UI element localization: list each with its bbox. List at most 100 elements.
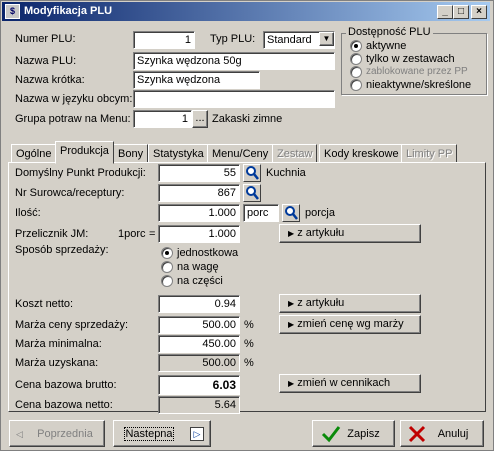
tab-ogolne[interactable]: Ogólne [11, 144, 57, 163]
tab-zestaw: Zestaw [272, 144, 318, 163]
typ-plu-label: Typ PLU: [210, 33, 256, 45]
typ-plu-select[interactable]: Standard ▼ [263, 31, 335, 49]
przelicznik-label: Przelicznik JM: [15, 228, 89, 240]
minimize-button[interactable]: _ [437, 5, 453, 19]
marza-min-label: Marża minimalna: [15, 338, 102, 350]
tab-limity-pp: Limity PP [401, 144, 458, 163]
punkt-label: Domyślny Punkt Produkcji: [15, 167, 146, 179]
przelicznik-unit: 1porc [118, 228, 146, 240]
przelicznik-input[interactable]: 1.000 [158, 225, 240, 243]
nazwa-krotka-label: Nazwa krótka: [15, 74, 85, 86]
grupa-name: Zakaski zimne [212, 113, 283, 125]
cena-brutto-input[interactable]: 6.03 [158, 375, 240, 395]
marza-ceny-unit: % [244, 319, 254, 331]
poprzednia-button: ◁ Poprzednia [9, 420, 105, 447]
nazwa-plu-label: Nazwa PLU: [15, 55, 77, 67]
punkt-search-button[interactable] [243, 164, 261, 182]
zmien-cene-marzy-label: zmień cenę wg marży [297, 318, 404, 330]
tab-bony[interactable]: Bony [113, 144, 149, 163]
marza-ceny-label: Marża ceny sprzedaży: [15, 319, 129, 331]
arrow-right-icon: ▶ [288, 229, 295, 238]
koszt-label: Koszt netto: [15, 298, 74, 310]
title-bar[interactable]: $ Modyfikacja PLU _ □ × [2, 2, 490, 21]
sposob-radio-waga[interactable] [161, 261, 173, 273]
dostepnosc-radio-zablokowane [350, 66, 362, 78]
search-icon [246, 186, 259, 200]
sposob-radio-jednostkowa[interactable] [161, 247, 173, 259]
zmien-cene-marzy-button[interactable]: ▶ zmień cenę wg marży [279, 315, 421, 334]
ilosc-unit-search-button[interactable] [282, 204, 300, 222]
dostepnosc-label-zestawy: tylko w zestawach [366, 53, 455, 65]
koszt-input[interactable]: 0.94 [158, 295, 240, 313]
maximize-button[interactable]: □ [453, 5, 469, 19]
nazwa-obcy-label: Nazwa w języku obcym: [15, 93, 133, 105]
nazwa-plu-input[interactable]: Szynka wędzona 50g [133, 52, 335, 70]
numer-plu-input[interactable]: 1 [133, 31, 195, 49]
przelicznik-eq: = [149, 228, 156, 240]
cancel-icon [408, 425, 426, 443]
dostepnosc-radio-nieaktywne[interactable] [350, 79, 362, 91]
nazwa-krotka-input[interactable]: Szynka wędzona [133, 71, 260, 89]
marza-uzysk-label: Marża uzyskana: [15, 357, 99, 369]
punkt-name: Kuchnia [266, 167, 306, 179]
nazwa-obcy-input[interactable] [133, 90, 335, 108]
tab-menu-ceny[interactable]: Menu/Ceny [207, 144, 274, 163]
dostepnosc-radio-aktywne[interactable] [350, 40, 362, 52]
sposob-label: Sposób sprzedaży: [15, 244, 109, 256]
tab-statystyka[interactable]: Statystyka [148, 144, 209, 163]
zapisz-button[interactable]: Zapisz [312, 420, 395, 447]
z-artykulu-button-1[interactable]: ▶ z artykułu [279, 224, 421, 243]
surowca-input[interactable]: 867 [158, 184, 240, 202]
window-title: Modyfikacja PLU [24, 5, 113, 17]
numer-plu-label: Numer PLU: [15, 33, 76, 45]
sposob-radio-czesci[interactable] [161, 275, 173, 287]
chevron-down-icon[interactable]: ▼ [319, 32, 334, 46]
cena-netto-label: Cena bazowa netto: [15, 399, 113, 411]
zmien-w-cennikach-button[interactable]: ▶ zmień w cennikach [279, 374, 421, 393]
surowca-label: Nr Surowca/receptury: [15, 187, 125, 199]
app-icon: $ [5, 4, 20, 19]
ilosc-input[interactable]: 1.000 [158, 204, 240, 222]
search-icon [285, 206, 298, 220]
nastepna-button[interactable]: Nastepna ▷ [113, 420, 211, 447]
sposob-label-czesci: na części [177, 275, 223, 287]
marza-uzysk-unit: % [244, 357, 254, 369]
z-artykulu-button-2[interactable]: ▶ z artykułu [279, 294, 421, 313]
tab-produkcja[interactable]: Produkcja [55, 141, 114, 164]
arrow-right-icon: ▶ [288, 379, 295, 388]
arrow-right-icon: ▶ [288, 320, 295, 329]
surowca-search-button[interactable] [243, 184, 261, 202]
dostepnosc-label-nieaktywne: nieaktywne/skreślone [366, 79, 472, 91]
dostepnosc-label-aktywne: aktywne [366, 40, 407, 52]
z-artykulu-label-1: z artykułu [297, 227, 345, 239]
dostepnosc-label-zablokowane: zablokowane przez PP [366, 66, 468, 77]
cena-netto-value: 5.64 [158, 396, 240, 414]
ilosc-unit-name: porcja [305, 207, 335, 219]
marza-ceny-input[interactable]: 500.00 [158, 316, 240, 334]
close-button[interactable]: × [471, 5, 487, 19]
poprzednia-label: Poprzednia [37, 428, 93, 440]
dostepnosc-radio-zestawy[interactable] [350, 53, 362, 65]
sposob-label-jednostkowa: jednostkowa [177, 247, 239, 259]
search-icon [246, 166, 259, 180]
arrow-right-icon: ▷ [190, 427, 204, 441]
punkt-input[interactable]: 55 [158, 164, 240, 182]
grupa-input[interactable]: 1 [133, 110, 192, 128]
zmien-w-cennikach-label: zmień w cennikach [297, 377, 391, 389]
ilosc-unit-input[interactable]: porc [243, 204, 279, 222]
typ-plu-value: Standard [267, 34, 312, 46]
z-artykulu-label-2: z artykułu [297, 297, 345, 309]
tab-kody-kreskowe[interactable]: Kody kreskowe [319, 144, 404, 163]
marza-min-input[interactable]: 450.00 [158, 335, 240, 353]
arrow-right-icon: ▶ [288, 299, 295, 308]
grupa-browse-button[interactable]: ... [192, 110, 208, 128]
zapisz-label: Zapisz [347, 428, 380, 440]
arrow-left-icon: ◁ [16, 429, 23, 439]
grupa-label: Grupa potraw na Menu: [15, 113, 131, 125]
sposob-label-waga: na wagę [177, 261, 219, 273]
anuluj-label: Anuluj [437, 428, 469, 440]
checkmark-icon [321, 426, 341, 443]
anuluj-button[interactable]: Anuluj [400, 420, 484, 447]
ilosc-label: Ilość: [15, 207, 41, 219]
nastepna-label: Nastepna [124, 427, 174, 441]
